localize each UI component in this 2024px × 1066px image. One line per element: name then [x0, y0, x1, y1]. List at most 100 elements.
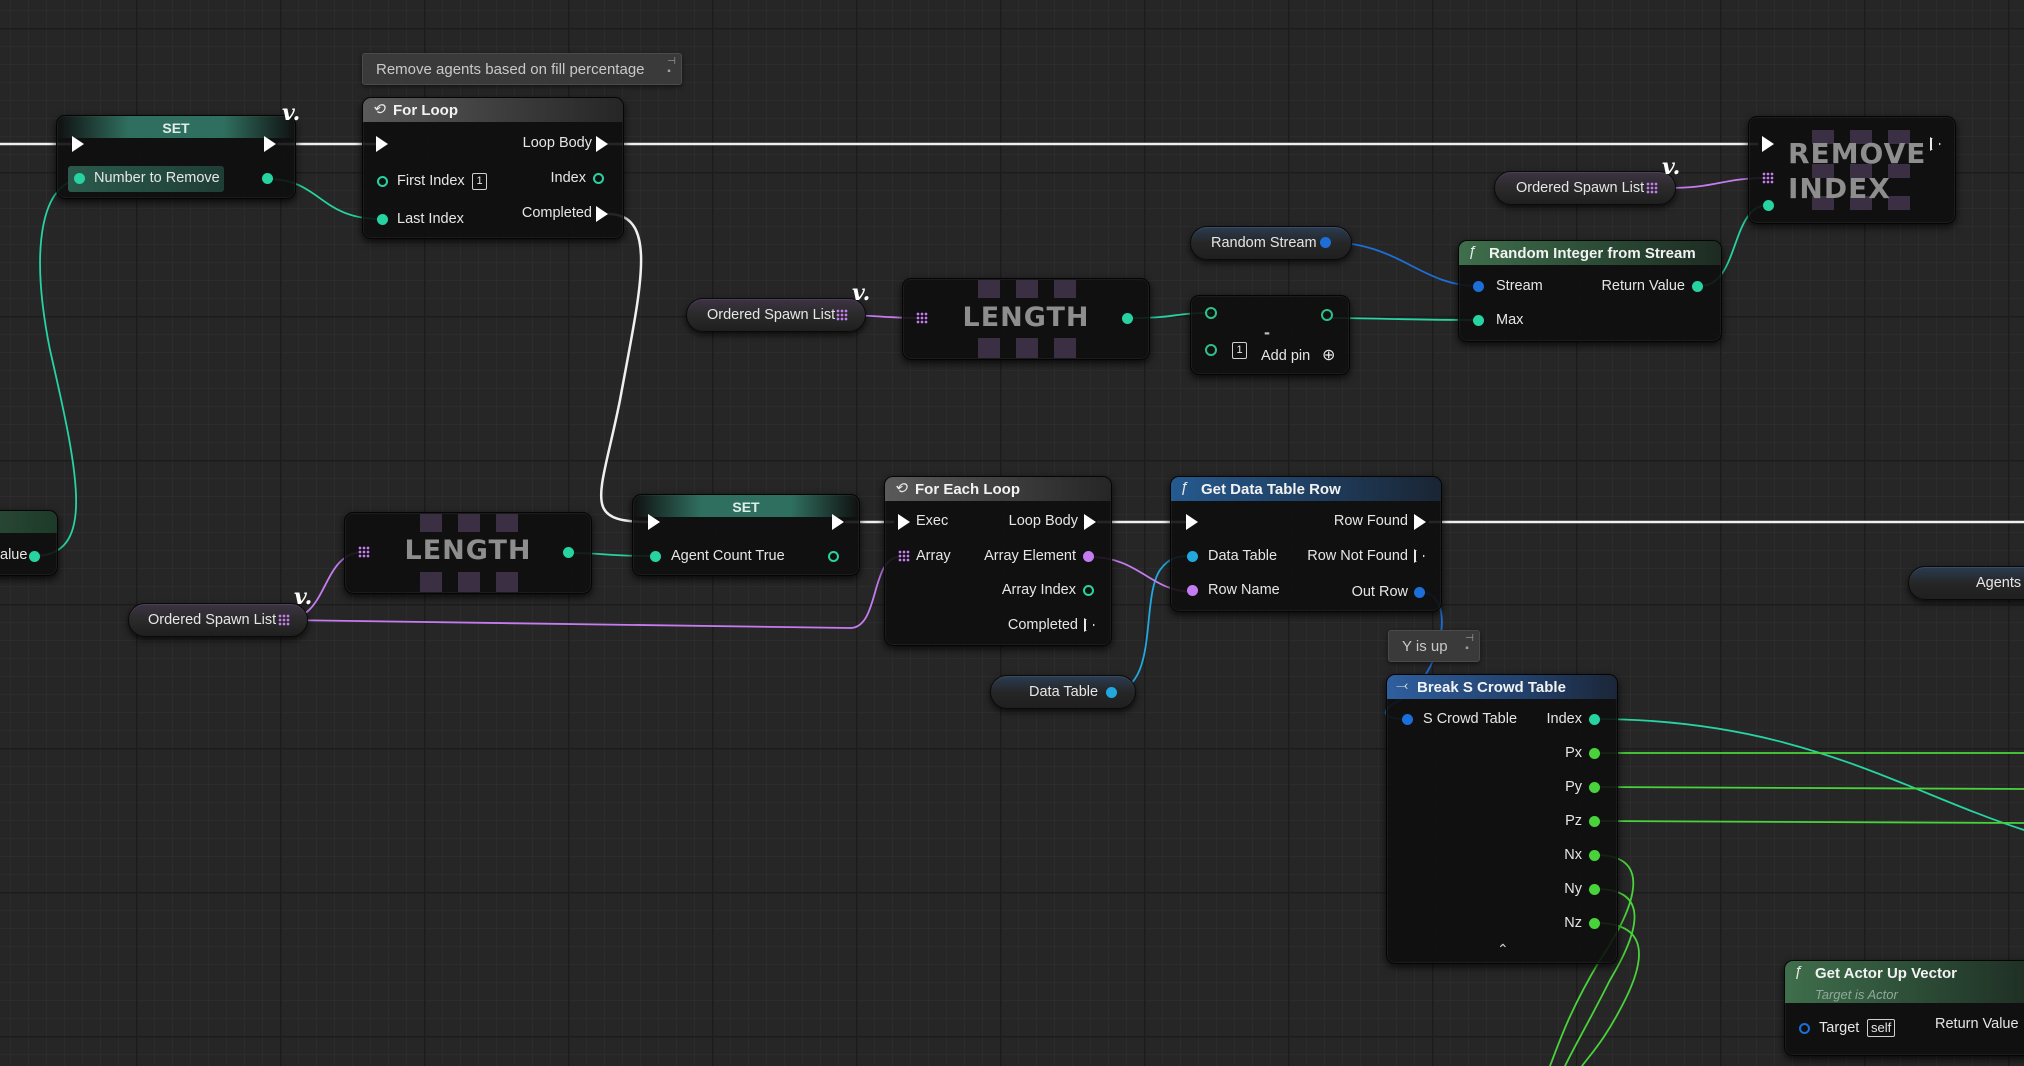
- array-element-label: Array Element: [984, 548, 1076, 564]
- max-label: Max: [1496, 312, 1524, 328]
- exec-in-pin[interactable]: [376, 136, 388, 152]
- out-row-pin[interactable]: [1414, 587, 1425, 598]
- nx-output-label: Nx: [1564, 847, 1582, 863]
- exec-in-pin[interactable]: [648, 514, 660, 530]
- length-title: LENGTH: [404, 535, 532, 566]
- b-value[interactable]: 1: [1232, 342, 1247, 359]
- nz-output-pin[interactable]: [1589, 918, 1600, 929]
- crowd-table-input-pin[interactable]: [1402, 714, 1413, 725]
- array-output-pin[interactable]: [278, 614, 290, 626]
- float-wire: [1595, 820, 2024, 824]
- for-each-loop-header: ⟲ For Each Loop: [885, 477, 1111, 501]
- b-input-pin[interactable]: [1205, 344, 1217, 356]
- self-value[interactable]: self: [1867, 1019, 1896, 1037]
- ordered-spawn-list-label: Ordered Spawn List: [707, 307, 836, 323]
- for-loop-title: For Loop: [393, 102, 458, 119]
- array-input-pin[interactable]: [916, 312, 928, 324]
- exec-in-pin[interactable]: [1762, 136, 1774, 152]
- variable-tag-icon: v.: [294, 584, 313, 610]
- pin-comment-icon[interactable]: ⊣ ▪: [667, 57, 676, 77]
- exec-wire: [599, 212, 652, 524]
- row-found-exec-pin[interactable]: [1414, 514, 1426, 530]
- pz-output-pin[interactable]: [1589, 816, 1600, 827]
- py-output-pin[interactable]: [1589, 782, 1600, 793]
- agent-count-label: Agent Count True: [671, 548, 785, 564]
- row-found-label: Row Found: [1333, 513, 1408, 529]
- array-output-pin[interactable]: [836, 309, 848, 321]
- comment-text: Y is up: [1402, 638, 1448, 655]
- target-input-pin[interactable]: [1799, 1023, 1810, 1034]
- index-output-pin[interactable]: [1589, 714, 1600, 725]
- exec-in-pin[interactable]: [1186, 514, 1198, 530]
- nx-output-pin[interactable]: [1589, 850, 1600, 861]
- variable-tag-icon: v.: [1662, 154, 1681, 180]
- function-icon: ƒ: [1180, 479, 1189, 496]
- ny-output-pin[interactable]: [1589, 884, 1600, 895]
- remove-line-1: REMOVE: [1788, 137, 1927, 170]
- loop-icon: ⟲: [894, 480, 907, 497]
- array-input-pin[interactable]: [358, 546, 370, 558]
- a-input-pin[interactable]: [1205, 307, 1217, 319]
- exec-out-pin[interactable]: [832, 514, 844, 530]
- result-output-pin[interactable]: [1321, 309, 1333, 321]
- exec-in-pin[interactable]: [898, 514, 910, 530]
- float-wire: [1595, 786, 2024, 790]
- comment-bubble[interactable]: Y is up ⊣ ▪: [1388, 630, 1480, 662]
- return-value-pin[interactable]: [1692, 281, 1703, 292]
- exec-in-pin[interactable]: [72, 136, 84, 152]
- py-output-label: Py: [1565, 779, 1582, 795]
- first-index-pin[interactable]: [377, 176, 388, 187]
- up-vector-title: Get Actor Up Vector: [1815, 965, 1957, 982]
- last-index-pin[interactable]: [377, 214, 388, 225]
- pin-comment-icon[interactable]: ⊣ ▪: [1465, 634, 1474, 654]
- stream-input-pin[interactable]: [1473, 281, 1484, 292]
- nz-output-label: Nz: [1564, 915, 1582, 931]
- up-vector-return-label: Return Value: [1935, 1016, 2019, 1032]
- array-input-pin[interactable]: [898, 550, 910, 562]
- number-to-remove-input-pin[interactable]: [74, 173, 85, 184]
- length-output-pin[interactable]: [1122, 313, 1133, 324]
- partial-node-left[interactable]: [0, 510, 58, 576]
- row-name-input-pin[interactable]: [1187, 585, 1198, 596]
- length-title: LENGTH: [962, 302, 1090, 333]
- loop-body-exec-pin[interactable]: [1084, 514, 1096, 530]
- completed-exec-pin[interactable]: [596, 206, 608, 222]
- exec-out-pin[interactable]: [264, 136, 276, 152]
- px-output-pin[interactable]: [1589, 748, 1600, 759]
- index-label: Index: [550, 170, 586, 186]
- length-output-pin[interactable]: [563, 547, 574, 558]
- data-table-output-pin[interactable]: [1106, 687, 1117, 698]
- loop-body-label: Loop Body: [1008, 513, 1078, 529]
- random-stream-output-pin[interactable]: [1320, 237, 1331, 248]
- target-array-pin[interactable]: [1762, 172, 1774, 184]
- collapse-chevron-icon[interactable]: ⌃: [1497, 941, 1509, 958]
- last-index-label: Last Index: [397, 211, 464, 227]
- ordered-spawn-list-label: Ordered Spawn List: [148, 612, 277, 628]
- add-pin-icon[interactable]: ⊕: [1322, 345, 1335, 365]
- loop-body-exec-pin[interactable]: [596, 136, 608, 152]
- agents-label: Agents: [1976, 575, 2022, 591]
- return-value-label: Return Value: [1601, 278, 1685, 294]
- number-to-remove-output-pin[interactable]: [262, 173, 273, 184]
- array-index-label: Array Index: [1001, 582, 1076, 598]
- array-output-pin[interactable]: [1646, 182, 1658, 194]
- max-input-pin[interactable]: [1473, 315, 1484, 326]
- array-index-pin[interactable]: [1083, 585, 1094, 596]
- ny-output-label: Ny: [1564, 881, 1582, 897]
- index-output-pin[interactable]: [593, 173, 604, 184]
- agent-count-input-pin[interactable]: [650, 551, 661, 562]
- add-pin-label[interactable]: Add pin: [1261, 348, 1310, 364]
- get-actor-up-vector-node[interactable]: ƒ Get Actor Up Vector: [1784, 960, 2024, 1056]
- array-element-pin[interactable]: [1083, 551, 1094, 562]
- first-index-value[interactable]: 1: [472, 173, 487, 190]
- ordered-spawn-list-label: Ordered Spawn List: [1516, 180, 1645, 196]
- value-output-pin[interactable]: [29, 551, 40, 562]
- partial-value-label: alue: [0, 547, 28, 563]
- break-crowd-table-title: Break S Crowd Table: [1417, 679, 1566, 696]
- pz-output-label: Pz: [1565, 813, 1582, 829]
- agent-count-output-pin[interactable]: [828, 551, 839, 562]
- data-table-input-pin[interactable]: [1187, 551, 1198, 562]
- index-input-pin[interactable]: [1763, 200, 1774, 211]
- random-integer-title: Random Integer from Stream: [1489, 245, 1696, 262]
- comment-bubble[interactable]: Remove agents based on fill percentage ⊣…: [362, 53, 682, 85]
